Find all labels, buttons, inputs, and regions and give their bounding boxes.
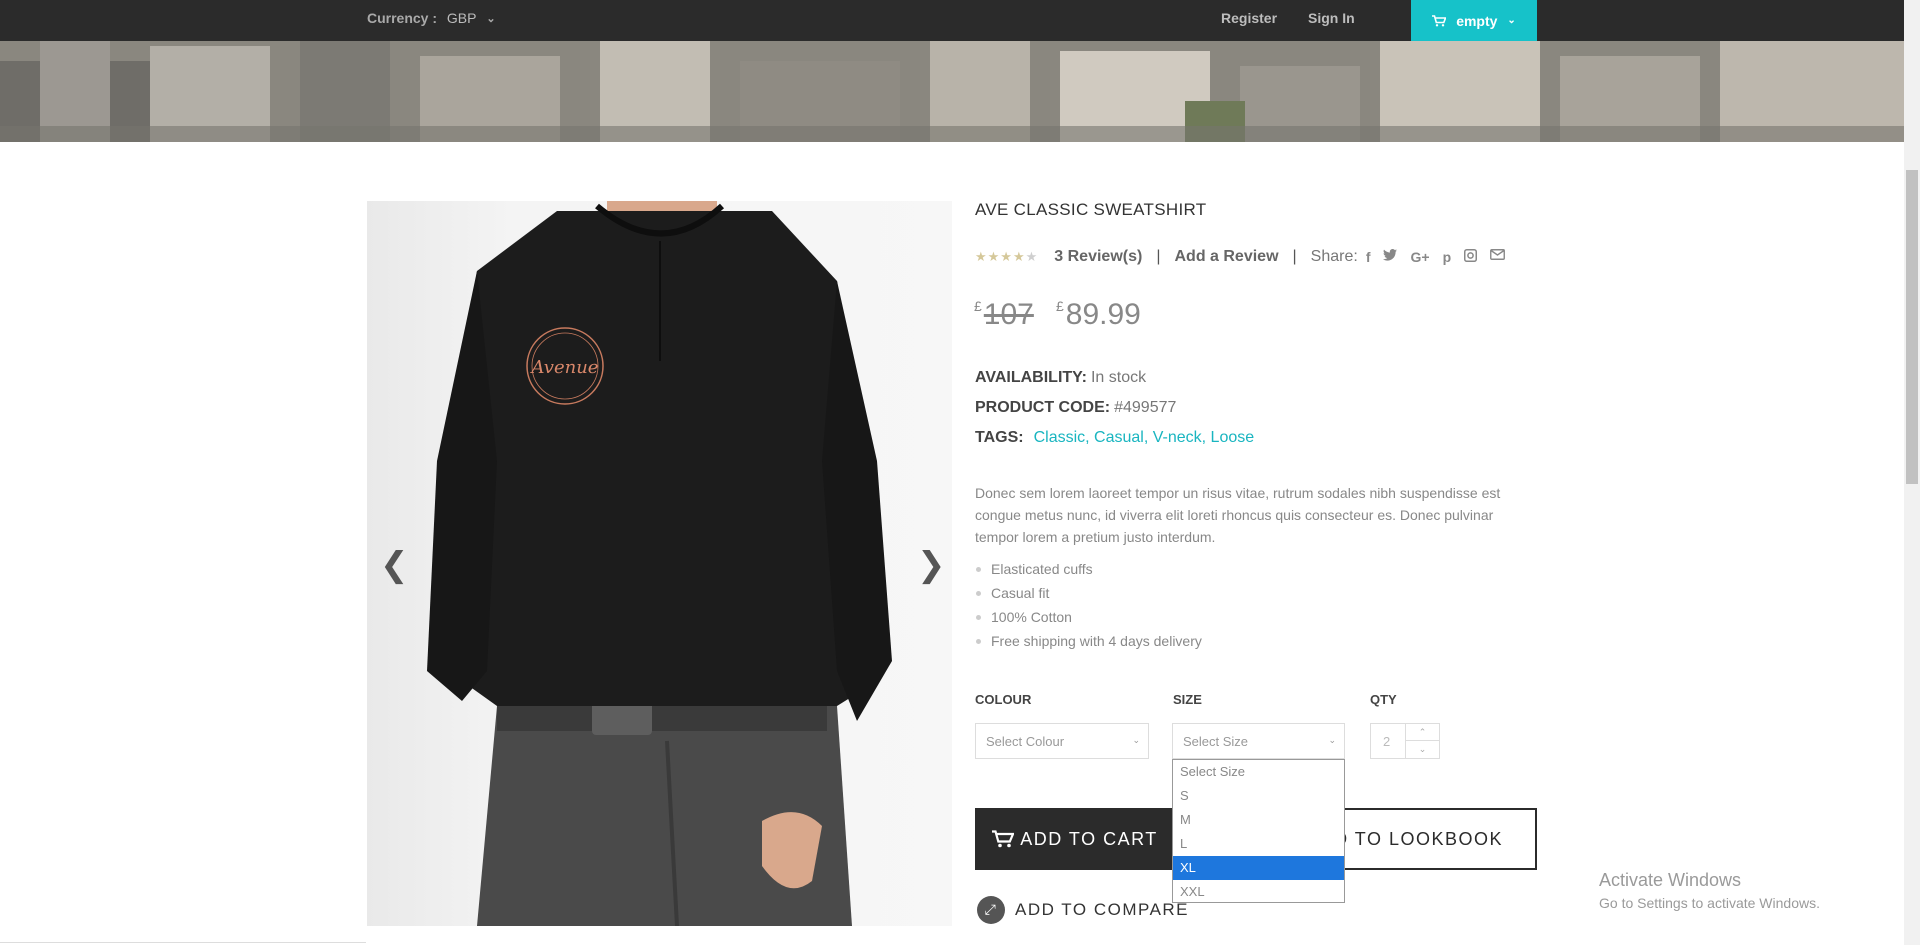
reviews-link[interactable]: 3 Review(s) — [1054, 248, 1142, 266]
availability: AVAILABILITY: In stock — [975, 369, 1146, 387]
top-bar: Currency : GBP ⌄ Register Sign In empty … — [0, 0, 1904, 41]
size-option-highlighted[interactable]: XL — [1173, 856, 1344, 880]
product-image: Avenue — [367, 201, 952, 926]
separator: | — [1292, 248, 1297, 265]
new-price-value: 89.99 — [1065, 298, 1141, 331]
availability-value: In stock — [1090, 369, 1147, 386]
currency-symbol: £ — [1056, 298, 1064, 314]
qty-value[interactable]: 2 — [1383, 734, 1390, 749]
tags-links[interactable]: Classic, Casual, V-neck, Loose — [1034, 429, 1255, 446]
compare-icon: ⤢ — [977, 896, 1005, 924]
tags: TAGS: Classic, Casual, V-neck, Loose — [975, 429, 1254, 447]
quantity-stepper[interactable]: 2 ⌃ ⌄ — [1370, 723, 1440, 759]
availability-label: AVAILABILITY: — [975, 369, 1087, 386]
qty-label: QTY — [1370, 692, 1397, 707]
list-item: Casual fit — [975, 581, 1202, 605]
list-item: Free shipping with 4 days delivery — [975, 629, 1202, 653]
add-to-cart-label: ADD TO CART — [1020, 828, 1158, 849]
facebook-icon[interactable]: f — [1366, 249, 1371, 265]
feature-list: Elasticated cuffs Casual fit 100% Cotton… — [975, 557, 1202, 653]
watermark-title: Activate Windows — [1599, 870, 1742, 890]
cart-label: empty — [1456, 12, 1498, 29]
twitter-icon[interactable] — [1383, 249, 1398, 261]
product-description: Donec sem lorem laoreet tempor un risus … — [975, 485, 1501, 545]
rating-stars: ★★★★★ — [975, 249, 1039, 265]
decrement-icon[interactable]: ⌄ — [1406, 741, 1439, 758]
size-dropdown-list: Select Size S M L XL XXL — [1172, 759, 1345, 903]
currency-symbol: £ — [974, 298, 982, 314]
size-option[interactable]: XXL — [1173, 880, 1344, 904]
share-label: Share: — [1310, 248, 1358, 265]
pinterest-icon[interactable]: p — [1443, 249, 1452, 265]
currency-selector[interactable]: Currency : GBP ⌄ — [367, 10, 496, 26]
old-price-value: 107 — [983, 298, 1034, 331]
chevron-down-icon: ⌄ — [486, 13, 496, 25]
increment-icon[interactable]: ⌃ — [1406, 724, 1439, 741]
sign-in-link[interactable]: Sign In — [1308, 10, 1355, 26]
colour-select-value: Select Colour — [986, 733, 1065, 749]
size-select[interactable]: Select Size ⌄ — [1172, 723, 1345, 759]
add-to-lookbook-label: D TO LOOKBOOK — [1334, 828, 1503, 849]
chevron-down-icon: ⌄ — [1132, 735, 1140, 745]
share-icons: f G+ p — [1366, 249, 1506, 265]
shirt-logo-text: Avenue — [530, 357, 599, 378]
hero-banner-image — [0, 41, 1904, 142]
old-price: £107 — [974, 298, 1034, 332]
cart-icon — [1432, 14, 1447, 26]
size-select-value: Select Size — [1183, 733, 1249, 749]
add-to-compare-label: ADD TO COMPARE — [1015, 900, 1190, 919]
list-item: Elasticated cuffs — [975, 557, 1202, 581]
add-to-cart-button[interactable]: ADD TO CART — [975, 808, 1175, 870]
tags-label: TAGS: — [975, 429, 1024, 446]
scrollbar-thumb[interactable] — [1906, 170, 1918, 484]
size-option[interactable]: L — [1173, 832, 1344, 856]
colour-select[interactable]: Select Colour ⌄ — [975, 723, 1149, 759]
next-image-arrow[interactable]: ❯ — [917, 545, 946, 585]
divider — [0, 942, 366, 943]
instagram-icon[interactable] — [1464, 249, 1478, 262]
email-icon[interactable] — [1490, 249, 1506, 260]
currency-label: Currency : — [367, 10, 438, 26]
register-link[interactable]: Register — [1221, 10, 1277, 26]
separator: | — [1156, 248, 1161, 265]
add-review-link[interactable]: Add a Review — [1174, 248, 1278, 266]
list-item: 100% Cotton — [975, 605, 1202, 629]
product-code-value: #499577 — [1114, 399, 1177, 416]
product-title: AVE CLASSIC SWEATSHIRT — [975, 200, 1207, 219]
cart-icon — [992, 830, 1015, 848]
colour-label: COLOUR — [975, 692, 1032, 707]
activate-windows-watermark: Activate Windows Go to Settings to activ… — [1599, 870, 1820, 911]
size-option[interactable]: M — [1173, 808, 1344, 832]
product-code-label: PRODUCT CODE: — [975, 399, 1111, 416]
new-price: £89.99 — [1056, 298, 1141, 332]
add-to-compare-button[interactable]: ⤢ ADD TO COMPARE — [977, 896, 1189, 924]
google-plus-icon[interactable]: G+ — [1410, 249, 1429, 265]
watermark-subtitle: Go to Settings to activate Windows. — [1599, 895, 1820, 911]
rating-row: ★★★★★ 3 Review(s) | Add a Review | Share… — [975, 248, 1506, 266]
currency-value: GBP — [446, 10, 477, 26]
prev-image-arrow[interactable]: ❮ — [380, 545, 409, 585]
qty-steps: ⌃ ⌄ — [1405, 724, 1439, 758]
chevron-down-icon: ⌄ — [1507, 15, 1516, 26]
cart-button[interactable]: empty ⌄ — [1411, 0, 1537, 41]
size-option[interactable]: Select Size — [1173, 760, 1344, 784]
size-label: SIZE — [1173, 692, 1202, 707]
size-option[interactable]: S — [1173, 784, 1344, 808]
product-code: PRODUCT CODE: #499577 — [975, 399, 1176, 417]
chevron-down-icon: ⌄ — [1328, 735, 1336, 745]
